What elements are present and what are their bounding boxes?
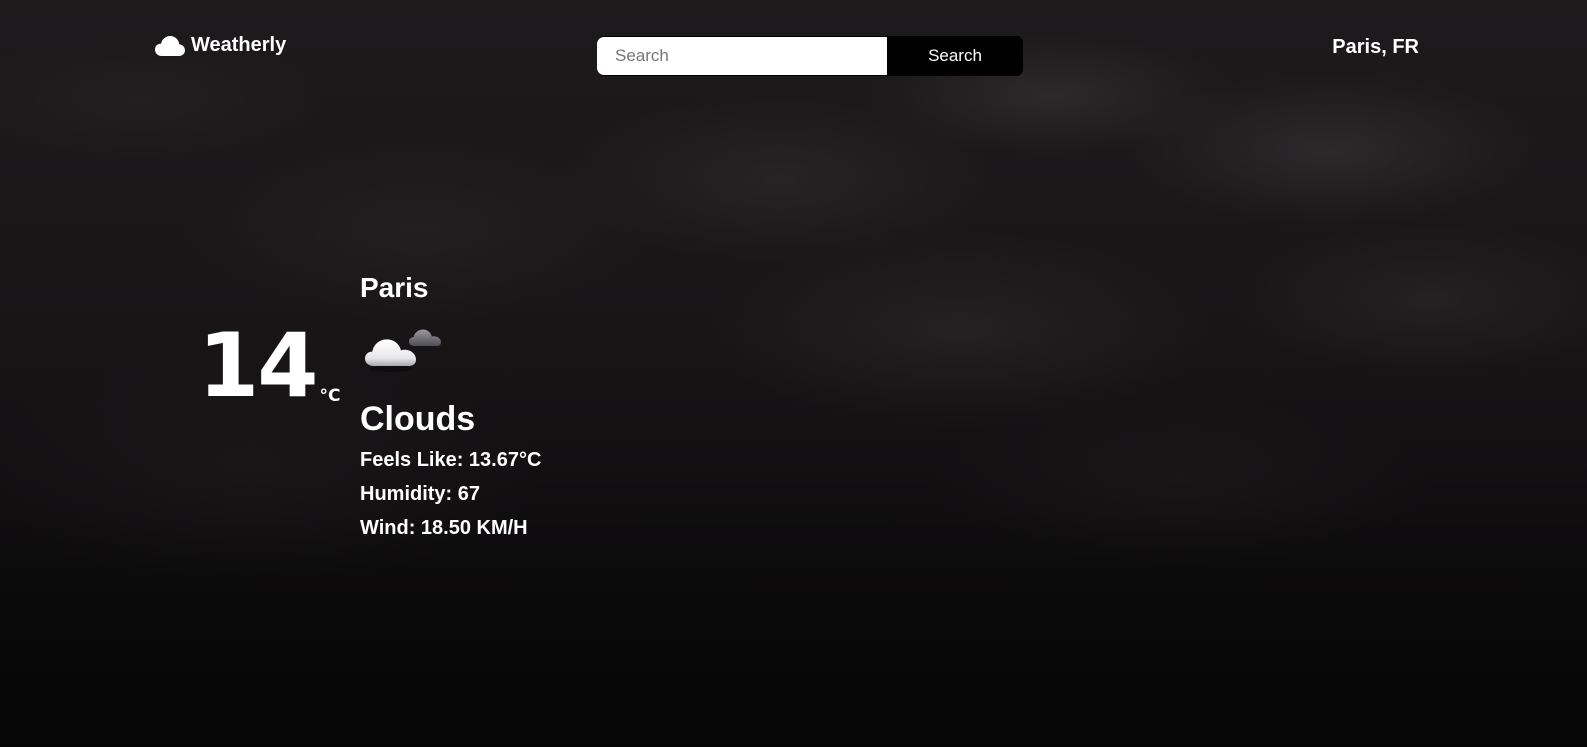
temperature-value: 14 <box>198 314 318 417</box>
city-name: Paris <box>360 272 429 303</box>
temperature-display: 14 °C <box>198 322 340 410</box>
cloud-icon <box>155 35 185 57</box>
weather-details: Paris Clouds Feels Like: 13.67°C Humidit… <box>360 272 541 551</box>
brand-logo[interactable]: Weatherly <box>155 34 286 57</box>
wind-speed: Wind: 18.50 KM/H <box>360 517 528 539</box>
weather-condition: Clouds <box>360 400 476 438</box>
search-input[interactable] <box>597 37 887 75</box>
search-button[interactable]: Search <box>887 36 1023 76</box>
feels-like: Feels Like: 13.67°C <box>360 449 542 471</box>
current-location: Paris, FR <box>1332 36 1419 58</box>
search-bar: Search <box>597 36 1023 76</box>
brand-name: Weatherly <box>191 34 287 56</box>
weather-metrics: Feels Like: 13.67°C Humidity: 67 Wind: 1… <box>360 449 541 540</box>
partly-cloudy-icon <box>360 316 460 378</box>
temperature-unit: °C <box>319 386 341 406</box>
humidity: Humidity: 67 <box>360 483 481 505</box>
